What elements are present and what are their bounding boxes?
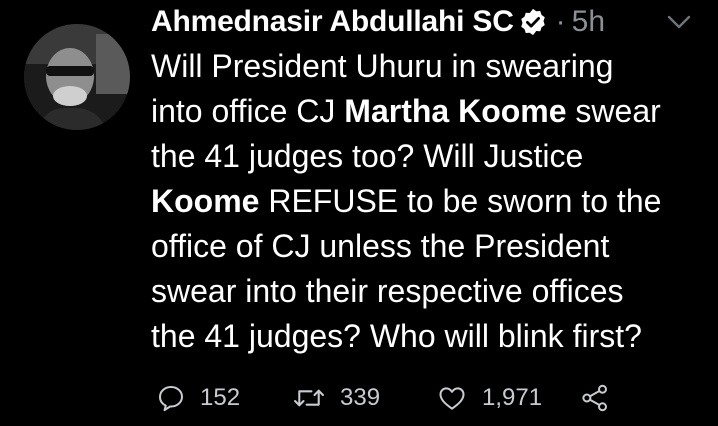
share-icon	[582, 384, 607, 412]
reply-button[interactable]: 152	[156, 380, 240, 416]
more-options-chevron-icon[interactable]	[664, 10, 694, 34]
highlighted-term: Koome	[151, 183, 260, 219]
like-button[interactable]: 1,971	[436, 380, 542, 416]
tweet-timestamp[interactable]: 5h	[572, 5, 605, 39]
share-button[interactable]	[580, 380, 610, 416]
verified-badge-icon	[518, 7, 548, 37]
like-count: 1,971	[482, 384, 543, 411]
heart-icon	[439, 387, 465, 410]
tweet[interactable]: Ahmednasir Abdullahi SC · 5h Will Presid…	[0, 0, 718, 426]
reply-count: 152	[200, 384, 241, 411]
retweet-icon	[294, 389, 324, 407]
avatar[interactable]	[24, 24, 130, 130]
tweet-text-line: the 41 judges? Who will blink first?	[151, 318, 642, 354]
separator-dot: ·	[555, 5, 566, 38]
tweet-text-line: into office CJ Martha Koome swear	[151, 93, 661, 129]
tweet-text-line: office of CJ unless the President	[151, 228, 610, 264]
author-display-name[interactable]: Ahmednasir Abdullahi SC	[151, 5, 514, 39]
tweet-actions: 152 339 1,971	[156, 380, 626, 416]
avatar-image	[24, 24, 130, 130]
tweet-text-line: the 41 judges too? Will Justice	[151, 138, 584, 174]
tweet-text: Will President Uhuru in swearing into of…	[151, 44, 711, 359]
tweet-text-line: Will President Uhuru in swearing	[151, 48, 614, 84]
tweet-text-line: Koome REFUSE to be sworn to the	[151, 183, 662, 219]
tweet-header: Ahmednasir Abdullahi SC · 5h	[151, 2, 605, 42]
retweet-button[interactable]: 339	[292, 380, 380, 416]
tweet-text-line: swear into their respective offices	[151, 273, 624, 309]
reply-icon	[159, 386, 183, 412]
retweet-count: 339	[340, 384, 381, 411]
highlighted-term: Martha Koome	[344, 93, 567, 129]
